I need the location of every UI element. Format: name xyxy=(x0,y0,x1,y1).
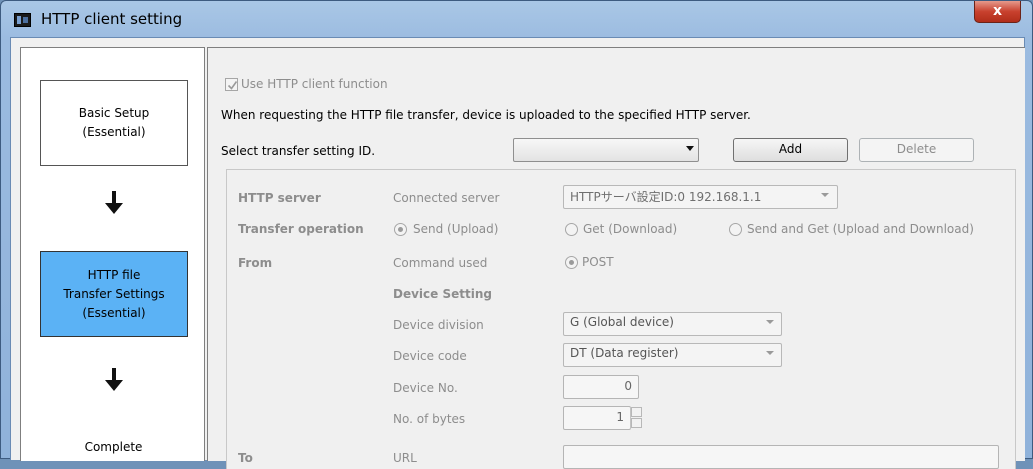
device-code-label: Device code xyxy=(393,349,467,363)
use-http-label: Use HTTP client function xyxy=(241,77,388,91)
command-used-label: Command used xyxy=(393,256,488,270)
device-no-field[interactable]: 0 xyxy=(563,375,639,399)
transfer-id-dropdown[interactable] xyxy=(513,138,699,162)
radio-post[interactable] xyxy=(565,256,578,269)
wizard-steps-panel: Basic Setup (Essential) HTTP file Transf… xyxy=(20,47,205,461)
use-http-checkbox[interactable] xyxy=(225,78,238,91)
device-division-value: G (Global device) xyxy=(570,315,674,329)
bytes-label: No. of bytes xyxy=(393,412,466,426)
http-server-dropdown[interactable]: HTTPサーバ設定ID:0 192.168.1.1 xyxy=(563,185,838,209)
dialog-body: Basic Setup (Essential) HTTP file Transf… xyxy=(10,37,1025,469)
radio-send-and-get[interactable] xyxy=(729,223,742,236)
chevron-down-icon xyxy=(766,320,774,324)
step-http-essential: (Essential) xyxy=(82,305,146,320)
chevron-down-icon xyxy=(821,193,829,197)
down-arrow-icon xyxy=(105,191,123,214)
to-label: To xyxy=(238,451,253,465)
bytes-field[interactable]: 1 xyxy=(563,406,631,430)
spin-down-icon[interactable] xyxy=(631,418,642,428)
device-no-label: Device No. xyxy=(393,381,458,395)
select-id-label: Select transfer setting ID. xyxy=(221,144,376,158)
radio-send-upload[interactable] xyxy=(394,223,407,236)
chevron-down-icon xyxy=(766,351,774,355)
url-field[interactable] xyxy=(563,445,999,469)
checkmark-icon xyxy=(227,81,238,90)
window-title: HTTP client setting xyxy=(41,10,183,28)
description-text: When requesting the HTTP file transfer, … xyxy=(221,108,751,122)
device-division-label: Device division xyxy=(393,318,484,332)
transfer-operation-label: Transfer operation xyxy=(238,222,364,236)
step-http-transfer[interactable]: HTTP file Transfer Settings (Essential) xyxy=(40,251,188,337)
transfer-settings-group: HTTP server Connected server HTTPサーバ設定ID… xyxy=(226,169,1016,469)
from-label: From xyxy=(238,256,273,270)
spin-up-icon[interactable] xyxy=(631,407,642,417)
step-http-line2: Transfer Settings xyxy=(63,286,165,301)
app-icon xyxy=(14,13,31,27)
step-basic-label: Basic Setup xyxy=(78,106,150,120)
title-bar[interactable]: HTTP client setting x xyxy=(1,1,1032,37)
radio-send-upload-label: Send (Upload) xyxy=(413,222,499,236)
add-button[interactable]: Add xyxy=(733,138,848,162)
bytes-spinner[interactable] xyxy=(630,407,642,429)
http-server-label: HTTP server xyxy=(238,191,321,205)
post-label: POST xyxy=(582,255,614,269)
step-basic-essential: (Essential) xyxy=(82,125,146,139)
connected-server-label: Connected server xyxy=(393,191,500,205)
device-division-dropdown[interactable]: G (Global device) xyxy=(563,312,782,336)
dialog-window: HTTP client setting x Basic Setup (Essen… xyxy=(0,0,1033,469)
device-setting-heading: Device Setting xyxy=(393,287,492,301)
close-button[interactable]: x xyxy=(974,1,1021,23)
radio-send-and-get-label: Send and Get (Upload and Download) xyxy=(747,222,974,236)
radio-get-download[interactable] xyxy=(565,223,578,236)
settings-panel: Use HTTP client function When requesting… xyxy=(207,47,1025,469)
device-code-dropdown[interactable]: DT (Data register) xyxy=(563,343,782,367)
down-arrow-icon xyxy=(105,368,123,391)
http-server-value: HTTPサーバ設定ID:0 192.168.1.1 xyxy=(570,190,762,204)
chevron-down-icon xyxy=(686,146,694,151)
url-label: URL xyxy=(393,451,417,465)
step-http-line1: HTTP file xyxy=(87,267,141,282)
device-code-value: DT (Data register) xyxy=(570,346,679,360)
delete-button[interactable]: Delete xyxy=(859,138,974,162)
step-basic-setup[interactable]: Basic Setup (Essential) xyxy=(40,80,188,166)
radio-get-download-label: Get (Download) xyxy=(583,222,678,236)
step-complete[interactable]: Complete xyxy=(21,440,206,454)
